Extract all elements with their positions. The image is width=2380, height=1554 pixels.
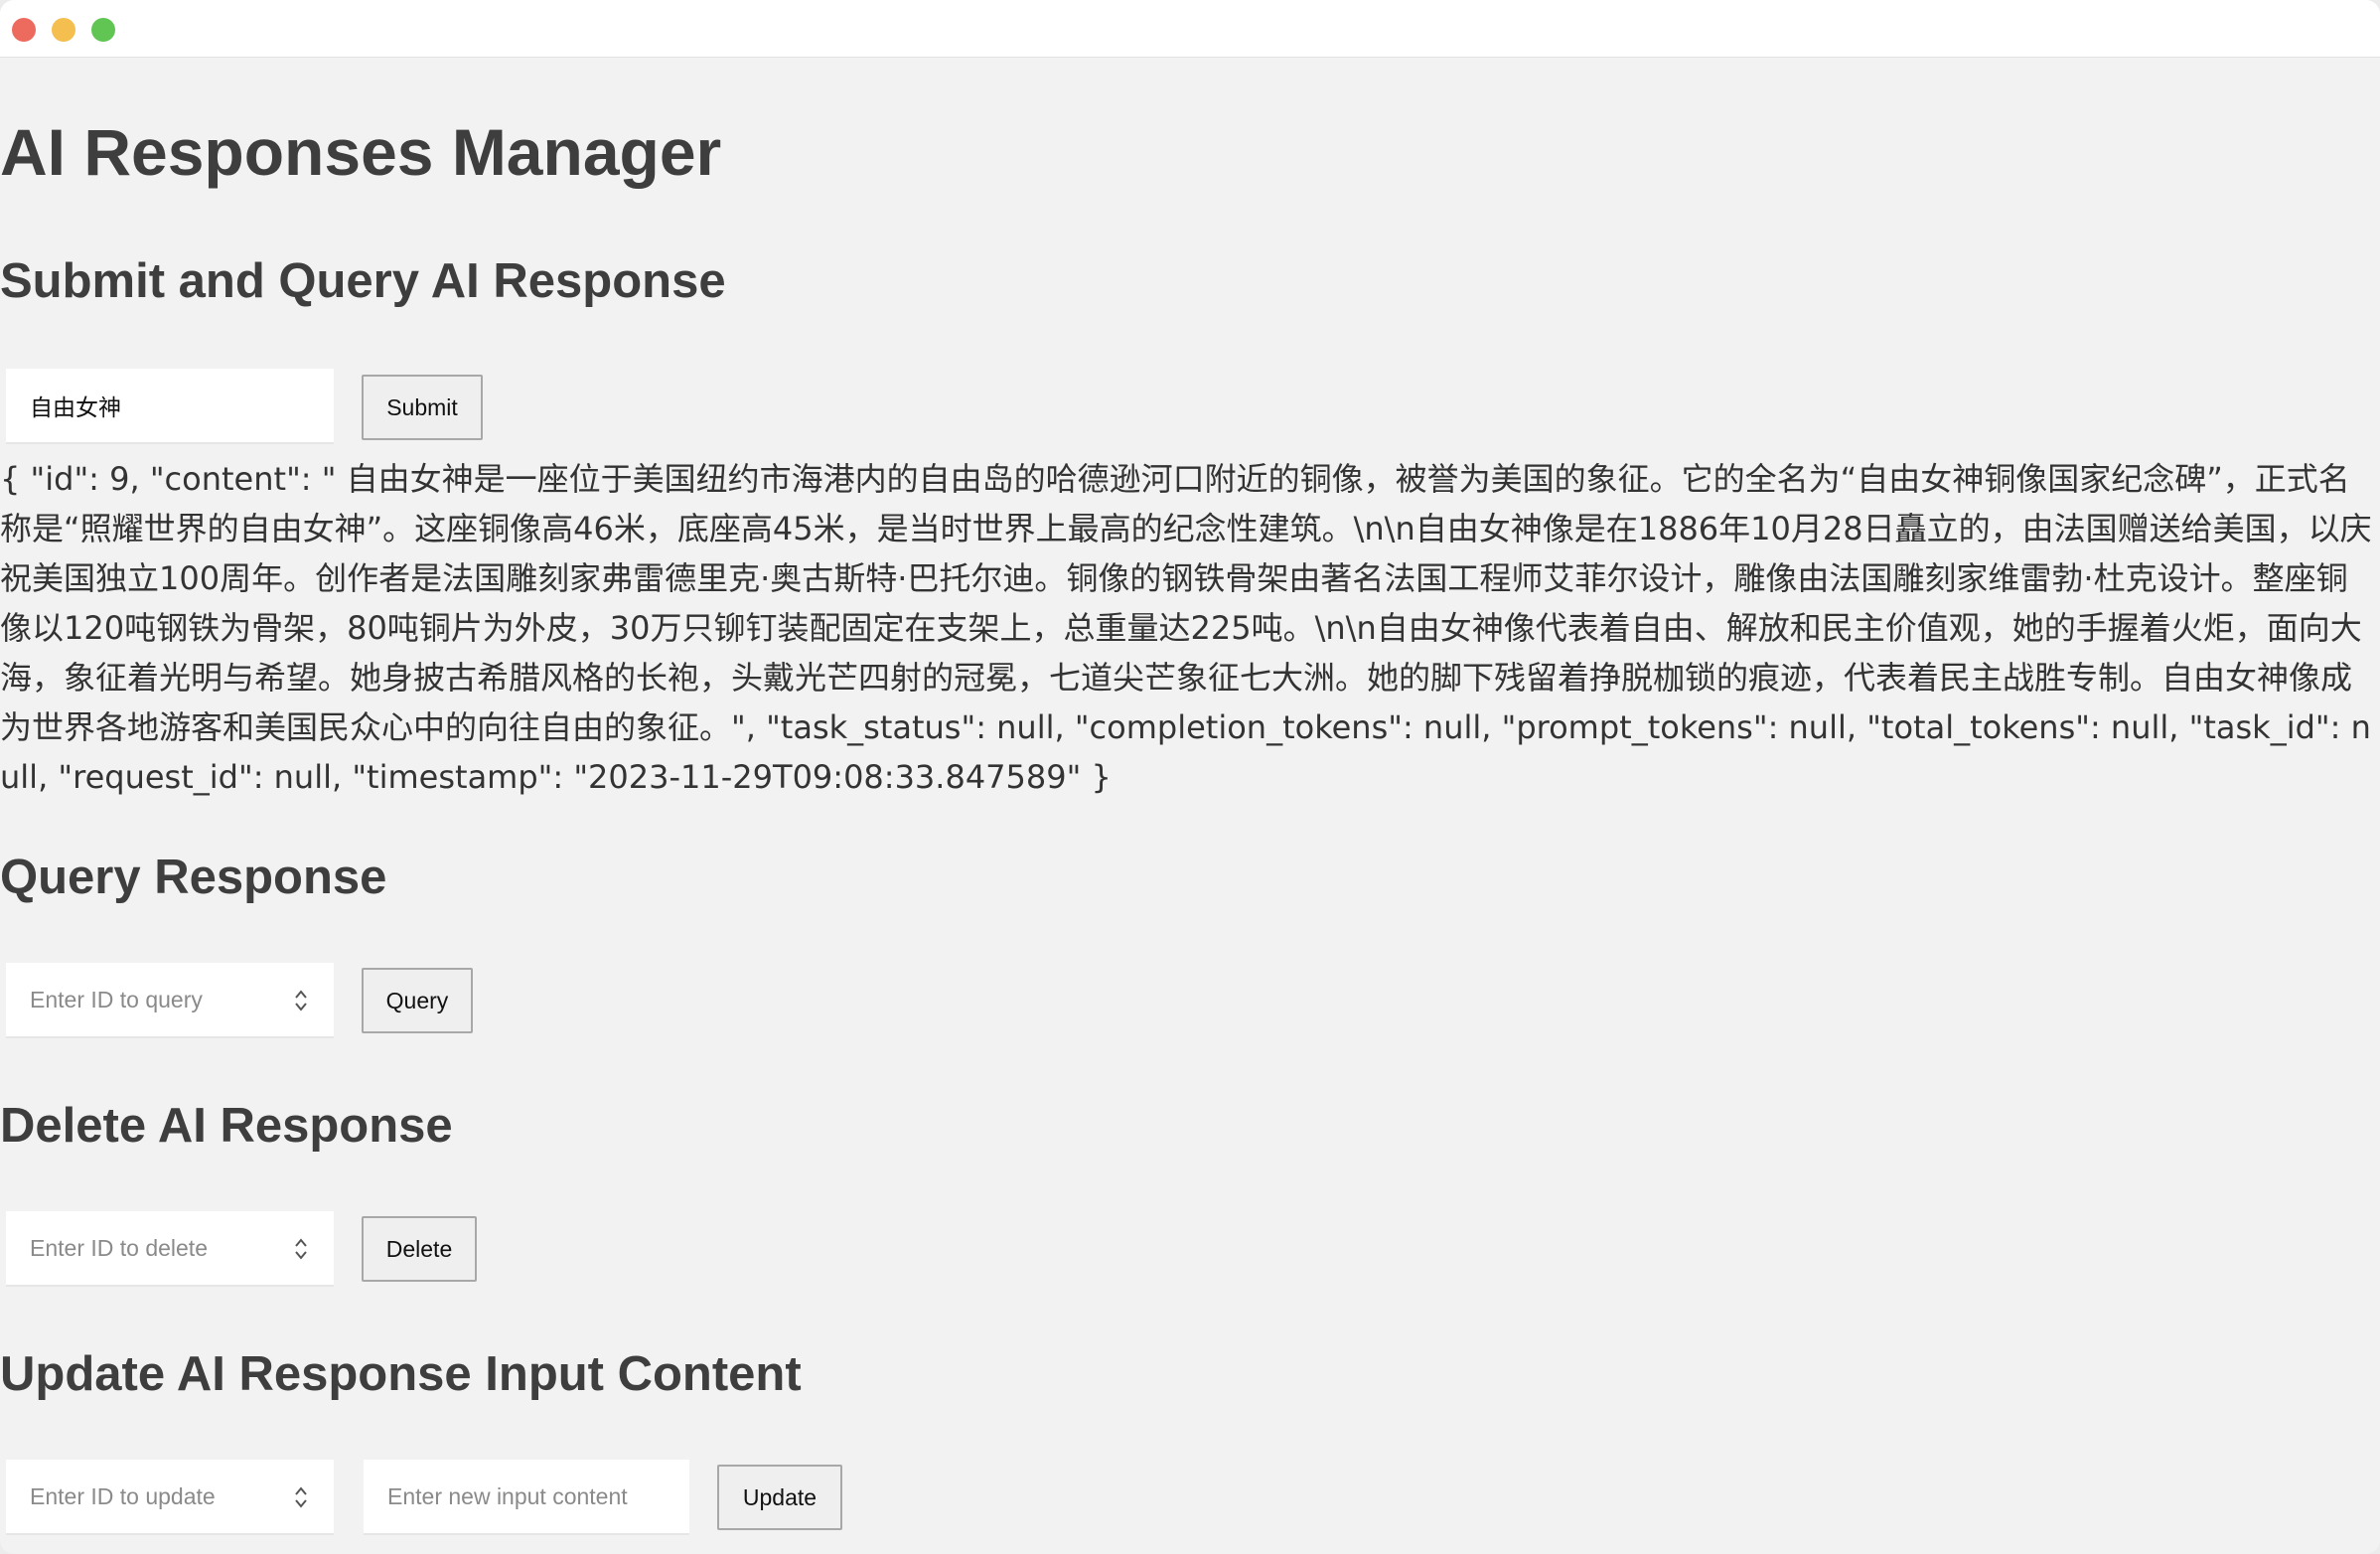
delete-button[interactable]: Delete — [362, 1216, 477, 1282]
update-content-input[interactable]: Enter new input content — [364, 1460, 689, 1535]
query-section-heading: Query Response — [0, 851, 387, 904]
delete-id-input[interactable]: Enter ID to delete — [6, 1211, 334, 1287]
stepper-icon[interactable] — [294, 989, 308, 1012]
stepper-icon[interactable] — [294, 1485, 308, 1509]
delete-section-heading: Delete AI Response — [0, 1099, 453, 1153]
stepper-icon[interactable] — [294, 1237, 308, 1261]
query-id-input[interactable]: Enter ID to query — [6, 963, 334, 1038]
minimize-window-icon[interactable] — [52, 18, 75, 42]
update-button[interactable]: Update — [717, 1465, 842, 1530]
update-id-input[interactable]: Enter ID to update — [6, 1460, 334, 1535]
query-id-placeholder: Enter ID to query — [30, 986, 203, 1012]
response-output: { "id": 9, "content": " 自由女神是一座位于美国纽约市海港… — [0, 460, 2372, 796]
submit-input[interactable]: 自由女神 — [6, 369, 334, 444]
maximize-window-icon[interactable] — [91, 18, 115, 42]
query-button[interactable]: Query — [362, 968, 473, 1033]
page-title: AI Responses Manager — [0, 115, 722, 189]
close-window-icon[interactable] — [12, 18, 36, 42]
app-window: AI Responses Manager Submit and Query AI… — [0, 0, 2380, 1554]
update-content-placeholder: Enter new input content — [387, 1482, 628, 1509]
submit-input-value: 自由女神 — [30, 394, 121, 420]
delete-id-placeholder: Enter ID to delete — [30, 1234, 208, 1261]
update-section-heading: Update AI Response Input Content — [0, 1347, 802, 1401]
update-id-placeholder: Enter ID to update — [30, 1482, 216, 1509]
submit-section-heading: Submit and Query AI Response — [0, 254, 726, 308]
title-bar — [0, 0, 2380, 58]
submit-button[interactable]: Submit — [362, 375, 483, 440]
